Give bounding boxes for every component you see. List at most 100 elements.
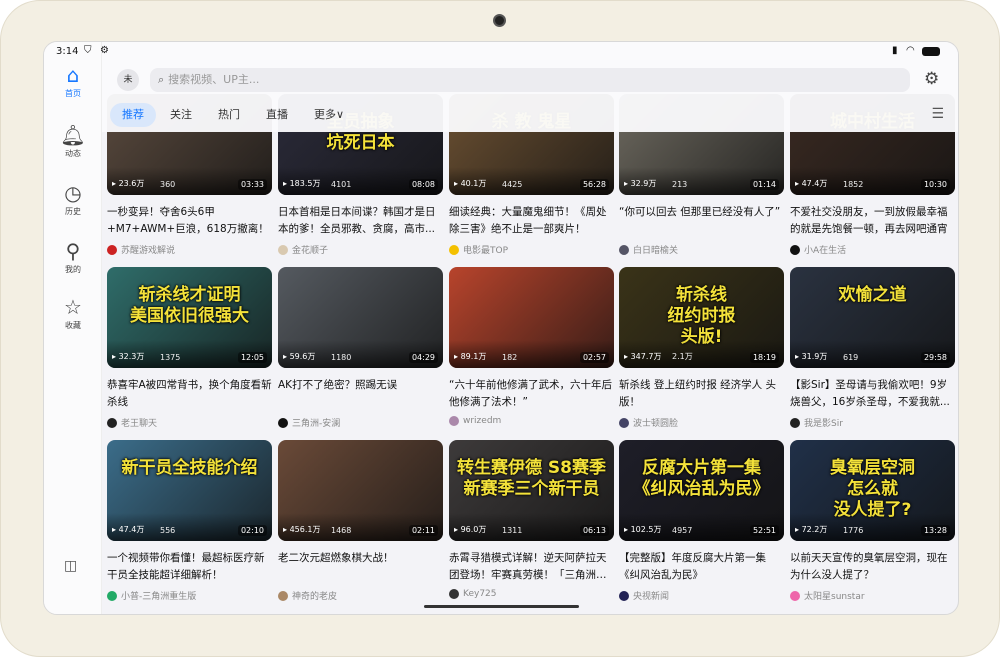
author[interactable]: 央视新闻 <box>619 589 784 602</box>
video-thumbnail[interactable]: 转生赛伊德 S8赛季 新赛季三个新干员 ▸ 96.0万 1311 06:13 <box>449 440 614 541</box>
video-title[interactable]: 赤霄寻猎模式详解！逆天阿萨拉天团登场！牢赛真劳模！「三角洲S8... <box>449 550 614 584</box>
video-title[interactable]: 【完整版】年度反腐大片第一集《纠风治乱为民》 <box>619 550 784 584</box>
screen: ▸ 23.6万 360 03:33 一秒变异！夺舍6头6甲+M7+AWM+巨浪，… <box>43 41 959 615</box>
tab-2[interactable]: 热门 <box>206 103 252 127</box>
author[interactable]: 神奇的老皮 <box>278 589 443 602</box>
home-icon: ⌂ <box>66 63 80 87</box>
author-name: 太阳星sunstar <box>804 592 865 602</box>
author[interactable]: Key725 <box>449 589 614 599</box>
danmaku-count: 1468 <box>331 526 352 535</box>
author-name: 央视新闻 <box>633 592 670 602</box>
view-count-value: 23.6万 <box>118 179 145 188</box>
video-card[interactable]: ▸ 59.6万 1180 04:29 AK打不了绝密？照踢无误 三角洲-安澜 <box>278 267 443 429</box>
user-avatar[interactable]: 未 <box>117 69 139 91</box>
author[interactable]: 三角洲-安澜 <box>278 416 443 429</box>
video-thumbnail[interactable]: ▸ 59.6万 1180 04:29 <box>278 267 443 368</box>
thumbnail-text: 转生赛伊德 S8赛季 新赛季三个新干员 <box>457 458 606 499</box>
view-count-value: 40.1万 <box>460 179 487 188</box>
video-thumbnail[interactable]: 新干员全技能介绍 ▸ 47.4万 556 02:10 <box>107 440 272 541</box>
video-card[interactable]: 斩杀线才证明 美国依旧很强大 ▸ 32.3万 1375 12:05 恭喜牢A被四… <box>107 267 272 429</box>
author[interactable]: 老王聊天 <box>107 416 272 429</box>
duration: 04:29 <box>408 352 438 363</box>
video-title[interactable]: 一秒变异！夺舍6头6甲+M7+AWM+巨浪，618万撤离！ <box>107 204 272 238</box>
author-avatar <box>449 244 459 255</box>
video-thumbnail[interactable]: 欢愉之道 ▸ 31.9万 619 29:58 <box>790 267 955 368</box>
video-title[interactable]: 老二次元超燃象棋大战！ <box>278 550 443 584</box>
video-thumbnail[interactable]: ▸ 456.1万 1468 02:11 <box>278 440 443 541</box>
author-avatar <box>107 244 117 255</box>
video-title[interactable]: “你可以回去 但那里已经没有人了” <box>619 204 784 238</box>
list-menu-icon[interactable]: ☰ <box>931 106 944 122</box>
sidebar-item-1[interactable]: 🔔︎ 动态 <box>44 124 102 159</box>
tab-0[interactable]: 推荐 <box>110 103 156 127</box>
view-count-value: 102.5万 <box>630 525 662 534</box>
author[interactable]: 小普-三角洲重生版 <box>107 589 272 602</box>
danmaku-count: 1180 <box>331 353 352 362</box>
author-name: 我是影Sir <box>804 419 843 429</box>
view-count-value: 59.6万 <box>289 352 316 361</box>
video-title[interactable]: 斩杀线 登上纽约时报 经济学人 头版！ <box>619 377 784 411</box>
video-thumbnail[interactable]: 斩杀线才证明 美国依旧很强大 ▸ 32.3万 1375 12:05 <box>107 267 272 368</box>
author[interactable]: 太阳星sunstar <box>790 589 955 602</box>
sidebar-toggle-icon[interactable]: ◫ <box>64 558 77 574</box>
video-title[interactable]: 不爱社交没朋友，一到放假最幸福的就是先饱餐一顿，再去网吧通宵 <box>790 204 955 238</box>
author-name: 神奇的老皮 <box>292 592 338 602</box>
video-thumbnail[interactable]: 反腐大片第一集 《纠风治乱为民》 ▸ 102.5万 4957 52:51 <box>619 440 784 541</box>
video-title[interactable]: “六十年前他修满了武术，六十年后他修满了法术！” <box>449 377 614 411</box>
author[interactable]: 我是影Sir <box>790 416 955 429</box>
video-card[interactable]: 斩杀线 纽约时报 头版! ▸ 347.7万 2.1万 18:19 斩杀线 登上纽… <box>619 267 784 429</box>
thumbnail-text: 斩杀线 纽约时报 头版! <box>667 285 736 347</box>
author[interactable]: wrizedm <box>449 416 614 426</box>
signal-icon: ▮ <box>892 45 898 56</box>
author[interactable]: 苏醒游戏解说 <box>107 243 272 256</box>
video-title[interactable]: 以前天天宣传的臭氧层空洞，现在为什么没人提了？ <box>790 550 955 584</box>
duration: 56:28 <box>579 179 609 190</box>
view-count: ▸ 23.6万 <box>112 179 145 188</box>
duration: 06:13 <box>579 525 609 536</box>
video-thumbnail[interactable]: ▸ 89.1万 182 02:57 <box>449 267 614 368</box>
tab-3[interactable]: 直播 <box>254 103 300 127</box>
danmaku-count: 213 <box>672 180 688 189</box>
video-card[interactable]: 转生赛伊德 S8赛季 新赛季三个新干员 ▸ 96.0万 1311 06:13 赤… <box>449 440 614 599</box>
tab-1[interactable]: 关注 <box>158 103 204 127</box>
video-title[interactable]: 日本首相是日本间谍？韩国才是日本的爹！全员邪教、贪腐，高市... <box>278 204 443 238</box>
home-indicator[interactable] <box>424 605 579 608</box>
sidebar-item-4[interactable]: ☆ 收藏 <box>44 296 102 331</box>
video-title[interactable]: 【影Sir】圣母请与我偷欢吧！9岁烧兽父，16岁杀圣母，不爱我就... <box>790 377 955 411</box>
author-avatar <box>107 590 117 601</box>
sidebar-item-3[interactable]: ⚲ 我的 <box>44 240 102 275</box>
view-count-value: 347.7万 <box>630 352 662 361</box>
sidebar-item-2[interactable]: ◷ 历史 <box>44 182 102 217</box>
video-title[interactable]: 恭喜牢A被四常背书，换个角度看斩杀线 <box>107 377 272 411</box>
video-title[interactable]: 细读经典：大量魔鬼细节！《周处除三害》绝不止是一部爽片！ <box>449 204 614 238</box>
settings-gear-icon[interactable]: ⚙ <box>924 69 939 89</box>
sidebar-item-0[interactable]: ⌂ 首页 <box>44 64 102 99</box>
danmaku-count: 556 <box>160 526 176 535</box>
video-card[interactable]: 臭氧层空洞 怎么就 没人提了? ▸ 72.2万 1776 13:28 以前天天宣… <box>790 440 955 602</box>
author[interactable]: 金花顺子 <box>278 243 443 256</box>
search-input[interactable]: ⌕ 搜索视频、UP主... <box>150 68 910 92</box>
thumbnail-text: 欢愉之道 <box>838 285 907 305</box>
video-card[interactable]: 欢愉之道 ▸ 31.9万 619 29:58 【影Sir】圣母请与我偷欢吧！9岁… <box>790 267 955 429</box>
video-thumbnail[interactable]: 斩杀线 纽约时报 头版! ▸ 347.7万 2.1万 18:19 <box>619 267 784 368</box>
author[interactable]: 电影最TOP <box>449 243 614 256</box>
video-thumbnail[interactable]: 臭氧层空洞 怎么就 没人提了? ▸ 72.2万 1776 13:28 <box>790 440 955 541</box>
author[interactable]: 波士顿圆脸 <box>619 416 784 429</box>
danmaku-count: 4957 <box>672 526 693 535</box>
author[interactable]: 白日暗榆关 <box>619 243 784 256</box>
author-name: 小普-三角洲重生版 <box>121 592 197 602</box>
star-icon: ☆ <box>64 295 82 319</box>
tab-4[interactable]: 更多∨ <box>302 103 356 127</box>
video-card[interactable]: 反腐大片第一集 《纠风治乱为民》 ▸ 102.5万 4957 52:51 【完整… <box>619 440 784 602</box>
video-card[interactable]: 新干员全技能介绍 ▸ 47.4万 556 02:10 一个视频带你看懂！最超标医… <box>107 440 272 602</box>
video-card[interactable]: ▸ 89.1万 182 02:57 “六十年前他修满了武术，六十年后他修满了法术… <box>449 267 614 426</box>
author-name: 电影最TOP <box>463 246 509 256</box>
sidebar-item-label: 动态 <box>65 149 81 158</box>
video-title[interactable]: 一个视频带你看懂！最超标医疗新干员全技能超详细解析！ <box>107 550 272 584</box>
view-count-value: 183.5万 <box>289 179 321 188</box>
author[interactable]: 小A在生活 <box>790 243 955 256</box>
video-card[interactable]: ▸ 456.1万 1468 02:11 老二次元超燃象棋大战！ 神奇的老皮 <box>278 440 443 602</box>
view-count-value: 31.9万 <box>801 352 828 361</box>
video-title[interactable]: AK打不了绝密？照踢无误 <box>278 377 443 411</box>
status-bar: 3:14 ⛉ ⚙ ▮ ◠ <box>44 42 958 62</box>
